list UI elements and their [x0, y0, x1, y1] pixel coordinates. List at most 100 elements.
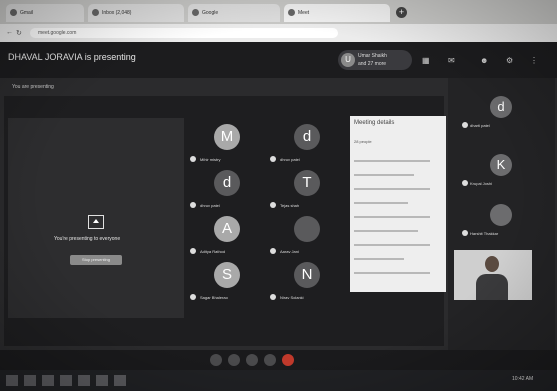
participant-name: Aditya Rathod: [200, 249, 226, 254]
pill-name: Umar Shaikh: [358, 53, 387, 59]
avatar: d: [214, 170, 240, 196]
url-field[interactable]: meet.google.com: [30, 28, 338, 38]
avatar: S: [214, 262, 240, 288]
new-tab-button[interactable]: +: [396, 7, 407, 18]
taskview-icon[interactable]: [42, 375, 54, 386]
participant-name: Mihir mistry: [200, 157, 221, 162]
main-stage: You're presenting to everyone Stop prese…: [4, 96, 446, 346]
browser-tab-active[interactable]: Meet: [284, 4, 390, 22]
store-icon[interactable]: [96, 375, 108, 386]
stop-presenting-button[interactable]: Stop presenting: [70, 255, 122, 265]
mic-off-icon: [190, 248, 196, 254]
address-bar: ← ↻ meet.google.com: [0, 24, 557, 43]
mic-off-icon: [190, 294, 196, 300]
browser-tab[interactable]: Inbox (2,048): [88, 4, 184, 22]
list-item: [354, 258, 404, 260]
mic-off-icon: [462, 122, 468, 128]
participant-name: Tejas shah: [280, 203, 300, 208]
back-icon[interactable]: ←: [6, 29, 13, 36]
participant-pill[interactable]: U Umar Shaikh and 27 more: [338, 50, 412, 70]
tab-favicon-icon: [10, 9, 17, 16]
meeting-controls-bar: [0, 350, 557, 370]
participant-sidebar: d dharti patel K Krupal Joshi Harshit Th…: [448, 78, 555, 350]
os-taskbar: 10:42 AM: [0, 370, 557, 391]
captions-button[interactable]: [246, 354, 258, 366]
app-icon[interactable]: [114, 375, 126, 386]
taskbar-clock: 10:42 AM: [512, 376, 534, 382]
panel-title: Meeting details: [354, 120, 395, 126]
participant-tile[interactable]: A Aditya Rathod: [188, 216, 268, 262]
mic-off-icon: [462, 180, 468, 186]
mic-off-icon: [462, 230, 468, 236]
list-item: [354, 230, 418, 232]
participant-name: Nirav Solanki: [280, 295, 304, 300]
chat-icon[interactable]: ✉: [448, 56, 455, 65]
browser-tab-bar: Gmail Inbox (2,048) Google Meet +: [0, 0, 557, 24]
browser-tab[interactable]: Gmail: [6, 4, 84, 22]
participant-tile[interactable]: d dharti patel: [454, 92, 550, 134]
participant-name: Harshit Thakkar: [470, 231, 499, 236]
participant-tile[interactable]: d dhruv patel: [268, 124, 348, 170]
participant-tile[interactable]: d dhruv patel: [188, 170, 268, 216]
tab-favicon-icon: [192, 9, 199, 16]
participant-name: Aarav Jani: [280, 249, 299, 254]
participant-name: dharti patel: [470, 123, 490, 128]
mic-off-icon: [270, 294, 276, 300]
present-screen-icon: [88, 215, 104, 229]
start-icon[interactable]: [6, 375, 18, 386]
avatar: d: [490, 96, 512, 118]
avatar: A: [214, 216, 240, 242]
reload-icon[interactable]: ↻: [16, 29, 22, 37]
participant-tile[interactable]: K Krupal Joshi: [454, 150, 550, 192]
avatar-photo: [294, 216, 320, 242]
more-options-icon[interactable]: ⋮: [530, 56, 538, 65]
participant-tile[interactable]: Aarav Jani: [268, 216, 348, 262]
list-item: [354, 160, 430, 162]
presentation-panel: You're presenting to everyone Stop prese…: [8, 118, 184, 318]
participant-tile[interactable]: M Mihir mistry: [188, 124, 268, 170]
mic-off-icon: [270, 248, 276, 254]
list-item: [354, 216, 430, 218]
avatar: d: [294, 124, 320, 150]
search-icon[interactable]: [24, 375, 36, 386]
participant-tile[interactable]: N Nirav Solanki: [268, 262, 348, 308]
mic-off-icon: [190, 156, 196, 162]
participant-name: Sagar Bhalerao: [200, 295, 228, 300]
participant-tile[interactable]: S Sagar Bhalerao: [188, 262, 268, 308]
tab-favicon-icon: [288, 9, 295, 16]
browser-tab[interactable]: Google: [188, 4, 280, 22]
layout-icon[interactable]: ▦: [422, 56, 430, 65]
video-person-head: [485, 256, 499, 272]
pill-count: and 27 more: [358, 61, 387, 67]
avatar: K: [490, 154, 512, 176]
camera-button[interactable]: [228, 354, 240, 366]
leave-call-button[interactable]: [282, 354, 294, 366]
avatar: U: [341, 53, 355, 67]
list-item: [354, 188, 430, 190]
meeting-details-panel: Meeting details 28 people: [350, 116, 446, 292]
meet-header: DHAVAL JORAVIA is presenting U Umar Shai…: [0, 42, 557, 78]
presenting-banner: DHAVAL JORAVIA is presenting: [8, 52, 136, 62]
list-item: [354, 244, 430, 246]
screen: Gmail Inbox (2,048) Google Meet + ← ↻ me…: [0, 0, 557, 391]
list-item: [354, 202, 408, 204]
folder-icon[interactable]: [78, 375, 90, 386]
people-count: 28 people: [354, 139, 372, 144]
participant-tile[interactable]: T Tejas shah: [268, 170, 348, 216]
activities-icon[interactable]: ⚙: [506, 56, 513, 65]
mic-off-icon: [190, 202, 196, 208]
video-person-body: [476, 274, 508, 300]
present-button[interactable]: [264, 354, 276, 366]
participant-name: Krupal Joshi: [470, 181, 493, 186]
self-video-tile[interactable]: [454, 250, 532, 300]
browser-icon[interactable]: [60, 375, 72, 386]
participant-tile[interactable]: Harshit Thakkar: [454, 200, 550, 242]
mic-off-icon: [270, 156, 276, 162]
you-are-presenting-label: You are presenting: [12, 84, 54, 90]
avatar: N: [294, 262, 320, 288]
participant-name: dhruv patel: [280, 157, 300, 162]
people-icon[interactable]: ☻: [480, 56, 488, 65]
tab-favicon-icon: [92, 9, 99, 16]
mic-button[interactable]: [210, 354, 222, 366]
avatar: T: [294, 170, 320, 196]
